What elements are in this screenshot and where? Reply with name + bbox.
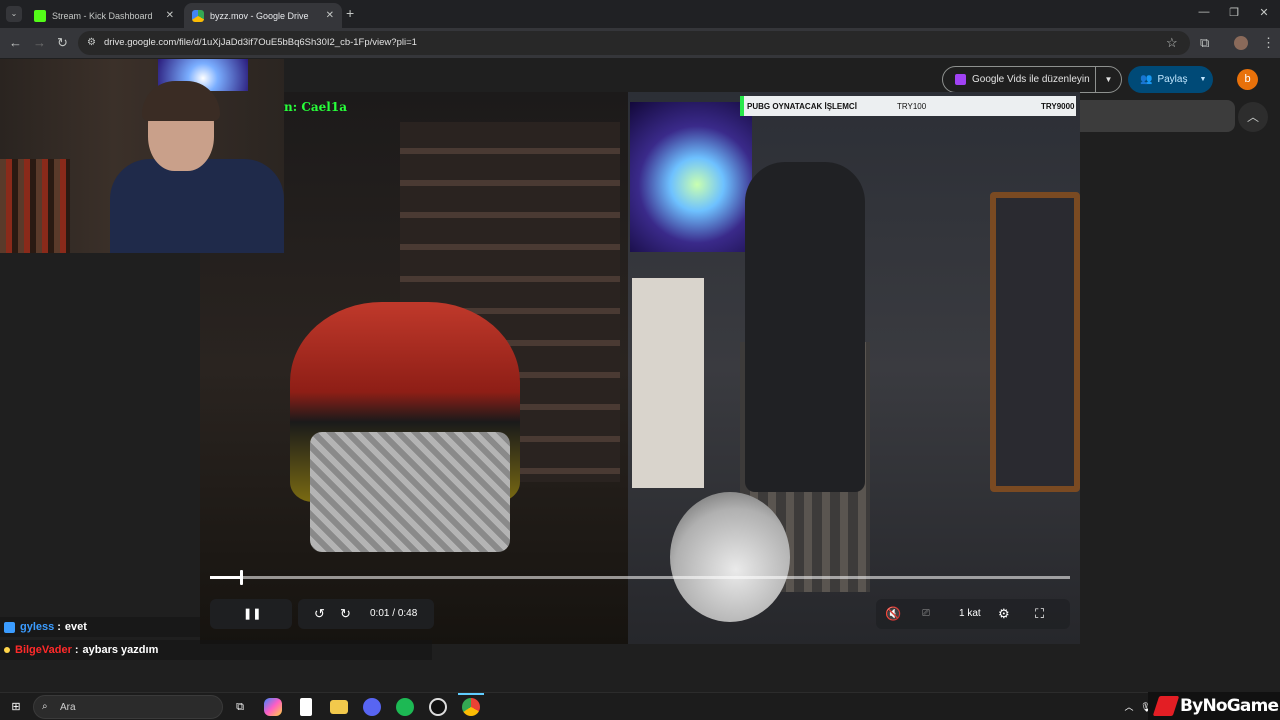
tab-title: Stream - Kick Dashboard — [52, 10, 153, 21]
share-button[interactable]: 👥 Paylaş ▼ — [1128, 66, 1213, 93]
goal-label: PUBG OYNATACAK İŞLEMCİ — [747, 101, 857, 111]
discord-icon[interactable] — [363, 698, 381, 716]
search-placeholder: Ara — [60, 702, 76, 713]
extensions-icon[interactable]: ⧉ — [1200, 35, 1209, 51]
pillow — [310, 432, 510, 552]
chat-message: gyless : evet — [0, 617, 200, 637]
tab-kick-dashboard[interactable]: Stream - Kick Dashboard ✕ — [26, 3, 182, 28]
galaxy-poster — [630, 102, 752, 252]
tab-google-drive[interactable]: byzz.mov - Google Drive ✕ — [184, 3, 342, 28]
obs-icon[interactable] — [429, 698, 447, 716]
donation-goal-bar: PUBG OYNATACAK İŞLEMCİ TRY100 TRY9000 — [740, 96, 1076, 116]
profile-avatar[interactable] — [1234, 36, 1248, 50]
url-text[interactable]: drive.google.com/file/d/1uXjJaDd3if7OuE5… — [104, 37, 417, 48]
chat-username: gyless — [20, 621, 55, 633]
reload-icon[interactable]: ↻ — [57, 35, 68, 51]
spotify-icon[interactable] — [396, 698, 414, 716]
watermark-text: ByNoGame — [1180, 696, 1279, 716]
captions-icon[interactable]: ⎚ — [922, 608, 930, 619]
goal-accent — [740, 96, 744, 116]
playback-speed[interactable]: 1 kat — [959, 608, 981, 619]
webcam-person-body — [110, 159, 284, 253]
task-view-icon[interactable]: ⧉ — [231, 698, 249, 716]
close-window-icon[interactable]: ✕ — [1256, 6, 1272, 19]
chevron-down-icon[interactable]: ▼ — [1095, 67, 1121, 92]
webcam-blanket — [0, 159, 70, 253]
tray-overflow-icon[interactable]: ︿ — [1120, 698, 1138, 716]
bynogame-watermark: ByNoGame — [1148, 692, 1280, 720]
windows-start-icon[interactable]: ⊞ — [7, 698, 25, 716]
back-icon[interactable]: ← — [9, 35, 22, 50]
minimize-icon[interactable]: — — [1196, 6, 1212, 18]
chat-text: aybars yazdım — [82, 644, 159, 656]
chevron-down-icon[interactable]: ▼ — [1199, 76, 1206, 83]
copilot-icon[interactable] — [264, 698, 282, 716]
bookmark-star-icon[interactable]: ☆ — [1166, 35, 1178, 51]
webcam-overlay — [0, 59, 284, 253]
site-info-icon[interactable]: ⚙ — [87, 37, 96, 48]
chrome-icon[interactable] — [462, 698, 480, 716]
goal-target: TRY9000 — [1041, 101, 1075, 111]
fridge — [632, 278, 704, 488]
fullscreen-icon[interactable]: ⛶ — [1035, 606, 1044, 622]
user-badge-icon — [4, 621, 15, 633]
edit-with-vids-button[interactable]: Google Vids ile düzenleyin ▼ — [942, 66, 1122, 93]
menu-kebab-icon[interactable]: ⋮ — [1262, 35, 1275, 51]
muted-volume-icon[interactable]: 🔇 — [885, 606, 901, 622]
mirror — [990, 192, 1080, 492]
stream-chat-overlay: gyless : evet BilgeVader : aybars yazdım — [0, 617, 432, 661]
bynogame-logo-icon — [1152, 696, 1180, 716]
progress-bar[interactable] — [210, 570, 1070, 585]
kick-favicon-icon — [34, 9, 46, 22]
restore-icon[interactable]: ❐ — [1226, 6, 1242, 19]
chat-text: evet — [64, 621, 87, 633]
tab-title: byzz.mov - Google Drive — [210, 10, 309, 21]
account-avatar[interactable]: b — [1237, 69, 1258, 90]
lamp — [670, 492, 790, 622]
chat-colon: : — [74, 644, 79, 656]
share-label: Paylaş — [1157, 74, 1188, 85]
progress-fill — [210, 576, 241, 579]
google-vids-icon — [955, 74, 966, 85]
chat-username: BilgeVader — [15, 644, 72, 656]
browser-toolbar: ← → ↻ ⚙ drive.google.com/file/d/1uXjJaDd… — [0, 28, 1280, 58]
forward-icon[interactable]: → — [33, 35, 46, 50]
browser-tab-bar: ⌄ Stream - Kick Dashboard ✕ byzz.mov - G… — [0, 0, 1280, 28]
progress-scrubber[interactable] — [240, 570, 244, 585]
close-icon[interactable]: ✕ — [166, 10, 174, 21]
chevron-up-icon[interactable]: ︿ — [1238, 102, 1268, 132]
chat-message: BilgeVader : aybars yazdım — [0, 640, 432, 660]
video-player[interactable]: n: Cael1a PUBG OYNATACAK İŞLEMCİ TRY100 … — [200, 92, 1080, 644]
edit-button-label: Google Vids ile düzenleyin — [972, 74, 1090, 85]
settings-controls: 🔇 ⎚ 1 kat ⚙ ⛶ — [876, 599, 1070, 629]
settings-gear-icon[interactable]: ⚙ — [998, 606, 1010, 622]
goal-current: TRY100 — [897, 101, 927, 111]
close-icon[interactable]: ✕ — [326, 10, 334, 21]
new-tab-icon[interactable]: + — [346, 5, 354, 21]
file-explorer-icon[interactable] — [330, 700, 348, 714]
people-icon: 👥 — [1140, 74, 1153, 85]
search-icon: ⌕ — [42, 701, 48, 712]
windows-taskbar: ⊞ ⌕ Ara ⧉ ︿ 🎙 — [0, 692, 1280, 720]
address-bar[interactable]: ⚙ drive.google.com/file/d/1uXjJaDd3if7Ou… — [78, 31, 1190, 55]
chat-colon: : — [57, 621, 61, 633]
active-app-indicator — [458, 693, 484, 695]
taskbar-search[interactable]: ⌕ Ara — [33, 695, 223, 719]
tab-search-button[interactable]: ⌄ — [6, 6, 22, 22]
drive-favicon-icon — [192, 9, 204, 22]
stream-name-overlay: n: Cael1a — [284, 100, 347, 114]
user-badge-icon — [4, 647, 10, 653]
dancing-person — [745, 162, 865, 492]
notepad-icon[interactable] — [300, 698, 312, 716]
